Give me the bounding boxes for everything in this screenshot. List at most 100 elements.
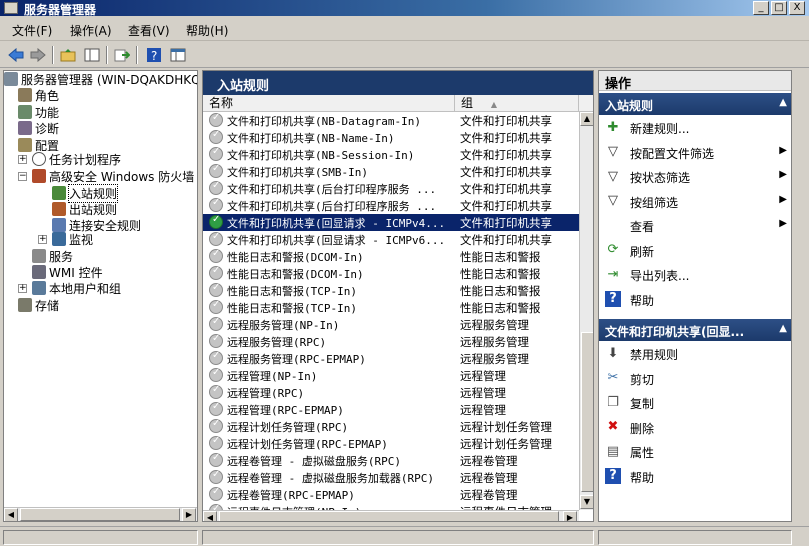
menu-file[interactable]: 文件(F) bbox=[12, 22, 52, 39]
collapse-firewall-toggle[interactable]: − bbox=[18, 172, 27, 181]
rule-row[interactable]: 远程计划任务管理(RPC) 远程计划任务管理 bbox=[203, 418, 579, 435]
tree-item-root[interactable]: 服务器管理器 (WIN-DQAKDHKQ1OD) bbox=[4, 71, 197, 87]
action-item[interactable]: 查看 ▶ bbox=[599, 215, 791, 235]
rule-row[interactable]: 文件和打印机共享(NB-Session-In) 文件和打印机共享 bbox=[203, 146, 579, 163]
action-item[interactable]: ▤ 属性 bbox=[599, 441, 791, 461]
scroll-right-arrow-icon[interactable]: ▶ bbox=[563, 511, 577, 521]
menu-view[interactable]: 查看(V) bbox=[128, 22, 170, 39]
scroll-left-arrow-icon[interactable]: ◀ bbox=[203, 511, 217, 521]
action-item[interactable]: ? 帮助 bbox=[599, 289, 791, 309]
rule-row[interactable]: 性能日志和警报(DCOM-In) 性能日志和警报 bbox=[203, 248, 579, 265]
column-header-name[interactable]: 名称 bbox=[203, 95, 455, 112]
action-item[interactable]: ▽ 按组筛选 ▶ bbox=[599, 191, 791, 211]
properties-button[interactable] bbox=[168, 45, 188, 65]
tree-item-services[interactable]: 服务 bbox=[32, 248, 73, 264]
action-item[interactable]: ? 帮助 bbox=[599, 466, 791, 486]
tree-item-diagnostics[interactable]: 诊断 bbox=[18, 120, 59, 136]
show-hide-tree-button[interactable] bbox=[82, 45, 102, 65]
minimize-button[interactable]: _ bbox=[753, 1, 769, 15]
tree-item-wmi[interactable]: WMI 控件 bbox=[32, 264, 103, 280]
rule-name: 文件和打印机共享(SMB-In) bbox=[227, 166, 368, 179]
scroll-thumb[interactable] bbox=[219, 511, 559, 521]
rule-row[interactable]: 远程管理(RPC-EPMAP) 远程管理 bbox=[203, 401, 579, 418]
rules-horizontal-scrollbar[interactable]: ◀ ▶ bbox=[203, 510, 579, 521]
rule-row[interactable]: 文件和打印机共享(NB-Name-In) 文件和打印机共享 bbox=[203, 129, 579, 146]
back-button[interactable] bbox=[6, 45, 26, 65]
action-item[interactable]: ✖ 删除 bbox=[599, 417, 791, 437]
action-item[interactable]: ⇥ 导出列表... bbox=[599, 264, 791, 284]
tree-item-inbound-rules[interactable]: 入站规则 bbox=[52, 183, 119, 203]
rule-group: 文件和打印机共享 bbox=[460, 199, 552, 213]
up-folder-button[interactable] bbox=[58, 45, 78, 65]
forward-button[interactable] bbox=[28, 45, 48, 65]
rule-row[interactable]: 远程服务管理(RPC) 远程服务管理 bbox=[203, 333, 579, 350]
tree-item-firewall[interactable]: 高级安全 Windows 防火墙 bbox=[32, 168, 194, 184]
scroll-down-arrow-icon[interactable]: ▼ bbox=[580, 495, 593, 509]
rule-row[interactable]: 文件和打印机共享(SMB-In) 文件和打印机共享 bbox=[203, 163, 579, 180]
rule-name: 文件和打印机共享(后台打印程序服务 ... bbox=[227, 183, 437, 196]
help-button[interactable]: ? bbox=[144, 45, 164, 65]
action-item[interactable]: ▽ 按状态筛选 ▶ bbox=[599, 166, 791, 186]
rule-row[interactable]: 性能日志和警报(TCP-In) 性能日志和警报 bbox=[203, 299, 579, 316]
rule-row[interactable]: 文件和打印机共享(后台打印程序服务 ... 文件和打印机共享 bbox=[203, 180, 579, 197]
menu-help[interactable]: 帮助(H) bbox=[186, 22, 228, 39]
rule-name: 远程服务管理(NP-In) bbox=[227, 319, 340, 332]
tree-item-local-users[interactable]: 本地用户和组 bbox=[32, 280, 121, 296]
action-item[interactable]: ▽ 按配置文件筛选 ▶ bbox=[599, 142, 791, 162]
rule-row[interactable]: 远程事件日志管理(NP-In)远程事件日志管理 bbox=[203, 503, 579, 510]
forward-icon bbox=[30, 48, 46, 62]
tree-item-outbound-rules[interactable]: 出站规则 bbox=[52, 201, 117, 217]
rules-vertical-scrollbar[interactable]: ▲ ▼ bbox=[579, 112, 593, 510]
action-item[interactable]: ⟳ 刷新 bbox=[599, 240, 791, 260]
column-header-group[interactable]: 组 ▲ bbox=[455, 95, 579, 112]
actions-section-header[interactable]: 文件和打印机共享(回显... ▲ bbox=[599, 319, 791, 341]
export-button[interactable] bbox=[112, 45, 132, 65]
expand-monitoring-toggle[interactable]: + bbox=[38, 235, 47, 244]
tree-label: 服务 bbox=[49, 249, 74, 264]
rule-row[interactable]: 远程管理(NP-In) 远程管理 bbox=[203, 367, 579, 384]
menu-action[interactable]: 操作(A) bbox=[70, 22, 112, 39]
rule-row[interactable]: 远程卷管理(RPC-EPMAP) 远程卷管理 bbox=[203, 486, 579, 503]
scroll-thumb[interactable] bbox=[581, 332, 593, 492]
action-item[interactable]: ✂ 剪切 bbox=[599, 368, 791, 388]
rule-group: 文件和打印机共享 bbox=[460, 131, 552, 145]
tree-horizontal-scrollbar[interactable]: ◀ ▶ bbox=[4, 507, 197, 521]
rule-row[interactable]: 文件和打印机共享(回显请求 - ICMPv6... 文件和打印机共享 bbox=[203, 231, 579, 248]
scroll-thumb[interactable] bbox=[20, 508, 180, 521]
rule-disabled-check-icon bbox=[209, 333, 223, 348]
scroll-up-arrow-icon[interactable]: ▲ bbox=[580, 112, 593, 126]
action-item[interactable]: ✚ 新建规则... bbox=[599, 117, 791, 137]
rule-name: 远程管理(RPC) bbox=[227, 387, 305, 400]
column-header-spacer bbox=[579, 95, 593, 112]
rule-row[interactable]: 远程服务管理(NP-In) 远程服务管理 bbox=[203, 316, 579, 333]
rule-row[interactable]: 性能日志和警报(TCP-In) 性能日志和警报 bbox=[203, 282, 579, 299]
rule-name: 文件和打印机共享(NB-Datagram-In) bbox=[227, 115, 421, 128]
rule-row[interactable]: 远程卷管理 - 虚拟磁盘服务(RPC) 远程卷管理 bbox=[203, 452, 579, 469]
collapse-section-icon[interactable]: ▲ bbox=[779, 97, 787, 108]
rule-name: 远程计划任务管理(RPC-EPMAP) bbox=[227, 438, 388, 451]
action-item[interactable]: ⬇ 禁用规则 bbox=[599, 343, 791, 363]
actions-section-header[interactable]: 入站规则 ▲ bbox=[599, 93, 791, 115]
rule-row[interactable]: 远程管理(RPC) 远程管理 bbox=[203, 384, 579, 401]
rule-row[interactable]: 文件和打印机共享(回显请求 - ICMPv4... 文件和打印机共享 bbox=[203, 214, 579, 231]
rule-row[interactable]: 远程计划任务管理(RPC-EPMAP) 远程计划任务管理 bbox=[203, 435, 579, 452]
tree-item-features[interactable]: 功能 bbox=[18, 104, 59, 120]
scroll-left-arrow-icon[interactable]: ◀ bbox=[4, 508, 18, 521]
tree-item-monitoring[interactable]: 监视 bbox=[52, 231, 93, 247]
expand-local-users-toggle[interactable]: + bbox=[18, 284, 27, 293]
close-button[interactable]: X bbox=[789, 1, 805, 15]
tree-item-task-scheduler[interactable]: 任务计划程序 bbox=[32, 151, 121, 167]
rule-row[interactable]: 远程卷管理 - 虚拟磁盘服务加载器(RPC) 远程卷管理 bbox=[203, 469, 579, 486]
collapse-section-icon[interactable]: ▲ bbox=[779, 323, 787, 334]
maximize-button[interactable]: □ bbox=[771, 1, 787, 15]
scroll-right-arrow-icon[interactable]: ▶ bbox=[182, 508, 196, 521]
rule-row[interactable]: 远程服务管理(RPC-EPMAP) 远程服务管理 bbox=[203, 350, 579, 367]
rule-row[interactable]: 文件和打印机共享(NB-Datagram-In) 文件和打印机共享 bbox=[203, 112, 579, 129]
action-item[interactable]: ❐ 复制 bbox=[599, 392, 791, 412]
rule-row[interactable]: 文件和打印机共享(后台打印程序服务 ... 文件和打印机共享 bbox=[203, 197, 579, 214]
tree-item-roles[interactable]: 角色 bbox=[18, 87, 59, 103]
rule-row[interactable]: 性能日志和警报(DCOM-In) 性能日志和警报 bbox=[203, 265, 579, 282]
expand-task-scheduler-toggle[interactable]: + bbox=[18, 155, 27, 164]
tree-item-storage[interactable]: 存储 bbox=[18, 297, 59, 313]
window-title: 服务器管理器 bbox=[24, 3, 97, 17]
